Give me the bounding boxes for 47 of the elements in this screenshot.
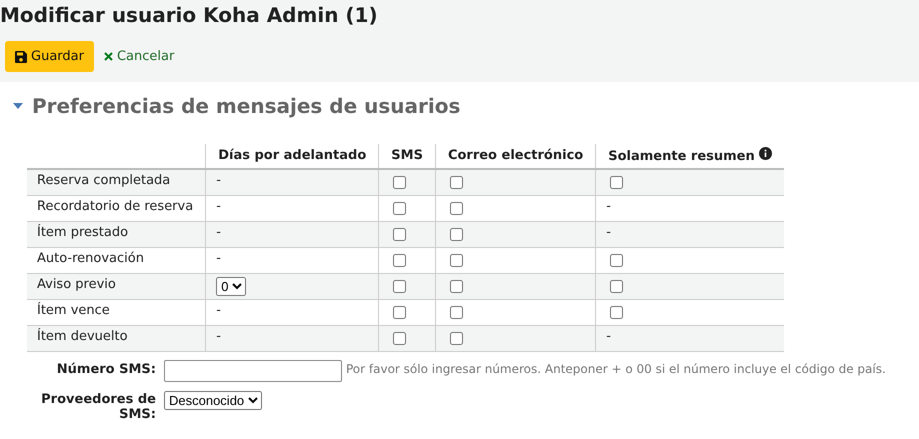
email-checkbox[interactable] [450,332,463,344]
sms-checkbox[interactable] [393,280,406,292]
digest-checkbox[interactable] [610,306,624,318]
sms-checkbox[interactable] [393,306,406,318]
sms-checkbox[interactable] [393,254,406,266]
email-checkbox[interactable] [450,280,463,292]
field-label: Proveedores de SMS: [40,392,156,422]
save-button[interactable]: Guardar [5,41,94,72]
sms-provider-dropdown[interactable]: Desconocido [164,390,262,410]
table-cell: Ítem vence [27,299,206,325]
table-cell: - [216,328,221,344]
table-cell: Auto-renovación [27,247,206,273]
email-checkbox[interactable] [450,176,463,189]
cancel-link[interactable]: Cancelar [104,49,174,64]
page-title: Modificar usuario Koha Admin (1) [0,3,378,27]
digest-checkbox[interactable] [610,176,624,189]
sms-checkbox[interactable] [393,176,406,189]
table-cell: Aviso previo [27,273,206,299]
table-cell: Ítem devuelto [27,325,206,351]
table-cell: - [216,224,221,240]
table-cell: - [606,198,611,214]
sms-checkbox[interactable] [393,202,406,214]
table-cell: Reserva completada [27,169,206,195]
digest-checkbox[interactable] [610,280,624,292]
table-cell: - [216,198,221,214]
table-cell: - [606,224,611,240]
table-cell: - [216,302,221,318]
field-label: Número SMS: [56,362,156,376]
close-icon [104,52,113,61]
email-checkbox[interactable] [450,228,463,240]
digest-checkbox[interactable] [610,254,624,266]
email-checkbox[interactable] [450,254,463,266]
email-checkbox[interactable] [450,306,463,318]
email-checkbox[interactable] [450,202,463,214]
table-cell: - [606,328,611,344]
days-dropdown[interactable]: 0 [216,276,246,296]
sms-number-field[interactable] [164,360,342,382]
table-cell: Recordatorio de reserva [27,195,206,221]
table-cell: - [216,250,221,266]
field-hint: Por favor sólo ingresar números. Anteponer + o 00 si el número incluye el código de país. [346,362,886,376]
table-cell: - [216,173,221,188]
collapse-caret-icon[interactable] [13,103,23,109]
section-title: Preferencias de mensajes de usuarios [32,94,460,118]
table-cell: Ítem prestado [27,221,206,247]
sms-checkbox[interactable] [393,332,406,344]
info-icon[interactable] [759,147,772,160]
sms-checkbox[interactable] [393,228,406,240]
